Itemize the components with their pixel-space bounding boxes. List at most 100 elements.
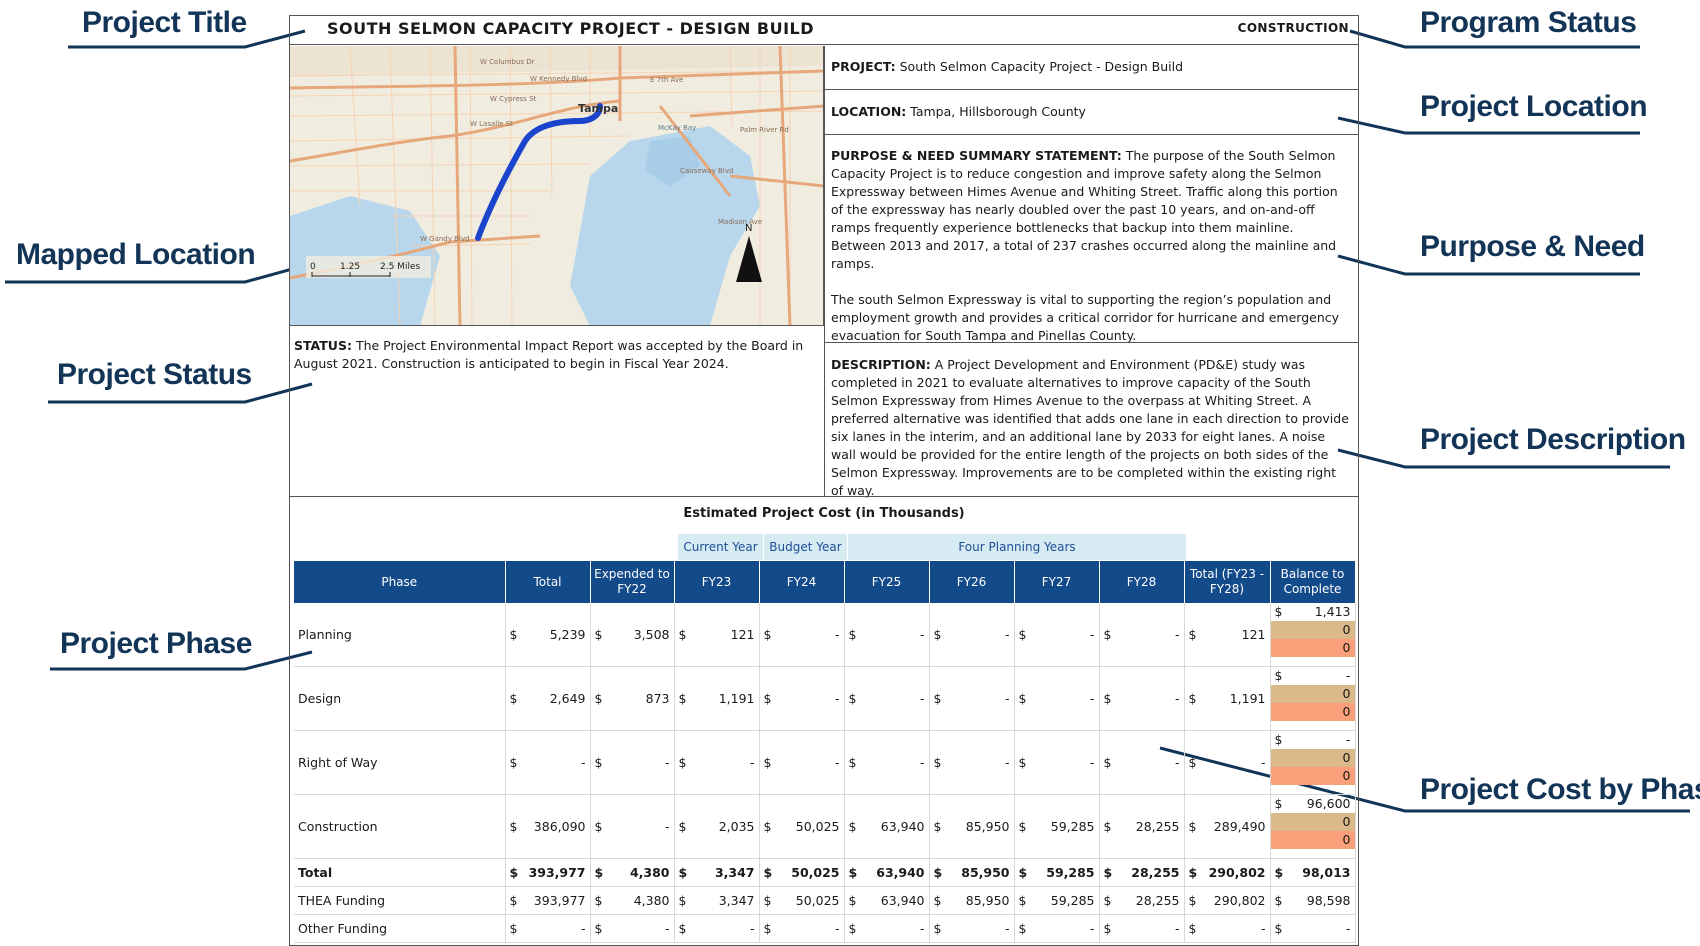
svg-text:W Lasalle St: W Lasalle St (470, 120, 513, 128)
cost-cell: $ - (1014, 914, 1100, 943)
cost-cell: $ - (505, 730, 591, 795)
currency-symbol: $ (848, 691, 857, 706)
cost-value: 50,025 (795, 819, 840, 834)
currency-symbol: $ (933, 627, 942, 642)
currency-symbol: $ (509, 691, 518, 706)
currency-symbol: $ (1103, 921, 1112, 936)
cost-cell: $59,285 (1014, 858, 1100, 887)
cost-value: - (1260, 921, 1266, 936)
cost-cell: $3,508 (590, 603, 675, 667)
cost-value: 5,239 (549, 627, 586, 642)
header-expended: Expended to FY22 (590, 561, 675, 603)
cost-cell: $5,239 (505, 603, 591, 667)
currency-symbol: $ (933, 819, 942, 834)
cost-cell: $85,950 (929, 858, 1015, 887)
currency-symbol: $ (594, 819, 603, 834)
cost-value: - (1089, 921, 1095, 936)
cost-cell: $3,347 (674, 886, 760, 915)
cost-value: 4,380 (633, 893, 670, 908)
svg-text:W Columbus Dr: W Columbus Dr (480, 58, 535, 66)
cost-cell: $4,380 (590, 886, 675, 915)
cost-value: - (834, 921, 840, 936)
project-map[interactable]: W Columbus Dr W Cypress St W Kennedy Blv… (290, 46, 824, 326)
svg-text:W Kennedy Blvd: W Kennedy Blvd (530, 75, 587, 83)
currency-symbol: $ (1018, 921, 1027, 936)
title-bar: SOUTH SELMON CAPACITY PROJECT - DESIGN B… (289, 15, 1359, 45)
cost-value: 3,347 (718, 893, 755, 908)
header-fy24: FY24 (759, 561, 845, 603)
currency-symbol: $ (933, 865, 943, 880)
cost-value: 290,802 (1213, 893, 1266, 908)
cost-cell: $ - (844, 730, 930, 795)
cost-cell: $386,090 (505, 794, 591, 859)
project-name-field: PROJECT: South Selmon Capacity Project -… (831, 59, 1184, 74)
cost-value: 2,035 (718, 819, 755, 834)
cost-cell: $63,940 (844, 886, 930, 915)
cost-value: - (664, 819, 670, 834)
cost-value: 121 (1241, 627, 1266, 642)
cost-cell: $121 (1184, 603, 1271, 667)
divider (825, 342, 1359, 343)
cost-cell: $28,255 (1099, 858, 1185, 887)
svg-text:0: 0 (310, 262, 316, 272)
cost-cell: $ - (759, 603, 845, 667)
currency-symbol: $ (1103, 755, 1112, 770)
currency-symbol: $ (1188, 627, 1197, 642)
cost-value: - (1004, 755, 1010, 770)
currency-symbol: $ (1188, 819, 1197, 834)
table-row: Construction $386,090 $ - $2,035 $50,025 $63,9… (294, 794, 1356, 859)
currency-symbol: $ (594, 691, 603, 706)
cost-cell: $ - (929, 914, 1015, 943)
cost-cell: $ - (759, 914, 845, 943)
currency-symbol: $ (1274, 865, 1284, 880)
cost-value: 1,191 (718, 691, 755, 706)
cost-value: 289,490 (1213, 819, 1266, 834)
cost-value: 28,255 (1135, 819, 1180, 834)
cost-value: - (749, 755, 755, 770)
cost-value: 28,255 (1131, 865, 1180, 880)
currency-symbol: $ (594, 755, 603, 770)
cost-value: - (834, 691, 840, 706)
currency-symbol: $ (848, 755, 857, 770)
cost-cell: $393,977 (505, 886, 591, 915)
cost-cell: $28,255 (1099, 886, 1185, 915)
cost-cell: $ - (929, 603, 1015, 667)
currency-symbol: $ (1188, 893, 1197, 908)
cost-cell: $393,977 (505, 858, 591, 887)
cost-value: - (1174, 691, 1180, 706)
currency-symbol: $ (1188, 865, 1198, 880)
svg-text:W Gandy Blvd: W Gandy Blvd (420, 235, 469, 243)
project-location-field: LOCATION: Tampa, Hillsborough County (831, 104, 1086, 119)
table-row-other: Other Funding $ - $ - $ - $ - $ - $ - $ - $ - $ - $ - (294, 914, 1356, 943)
cost-cell: $50,025 (759, 794, 845, 859)
cost-value: 98,013 (1302, 865, 1351, 880)
cost-cell: $ - (590, 794, 675, 859)
phase-label: Planning (294, 603, 506, 667)
currency-symbol: $ (763, 755, 772, 770)
header-total: Total (505, 561, 591, 603)
cost-value: - (919, 627, 925, 642)
currency-symbol: $ (763, 819, 772, 834)
cost-cell: $3,347 (674, 858, 760, 887)
svg-text:2.5 Miles: 2.5 Miles (380, 262, 420, 272)
currency-symbol: $ (1103, 627, 1112, 642)
currency-symbol: $ (763, 691, 772, 706)
currency-symbol: $ (1103, 865, 1113, 880)
phase-label: Other Funding (294, 914, 506, 943)
currency-symbol: $ (678, 691, 687, 706)
cost-value: - (919, 691, 925, 706)
currency-symbol: $ (678, 755, 687, 770)
group-planning-years: Four Planning Years (848, 534, 1186, 560)
svg-text:McKay Bay: McKay Bay (658, 124, 696, 132)
currency-symbol: $ (594, 921, 603, 936)
currency-symbol: $ (763, 865, 773, 880)
cost-value: 85,950 (965, 893, 1010, 908)
currency-symbol: $ (678, 893, 687, 908)
cost-value: 63,940 (876, 865, 925, 880)
cost-value: 98,598 (1306, 893, 1351, 908)
svg-text:E 7th Ave: E 7th Ave (650, 76, 683, 84)
currency-symbol: $ (933, 921, 942, 936)
cost-value: - (1089, 627, 1095, 642)
currency-symbol: $ (763, 627, 772, 642)
cost-value: 386,090 (533, 819, 586, 834)
